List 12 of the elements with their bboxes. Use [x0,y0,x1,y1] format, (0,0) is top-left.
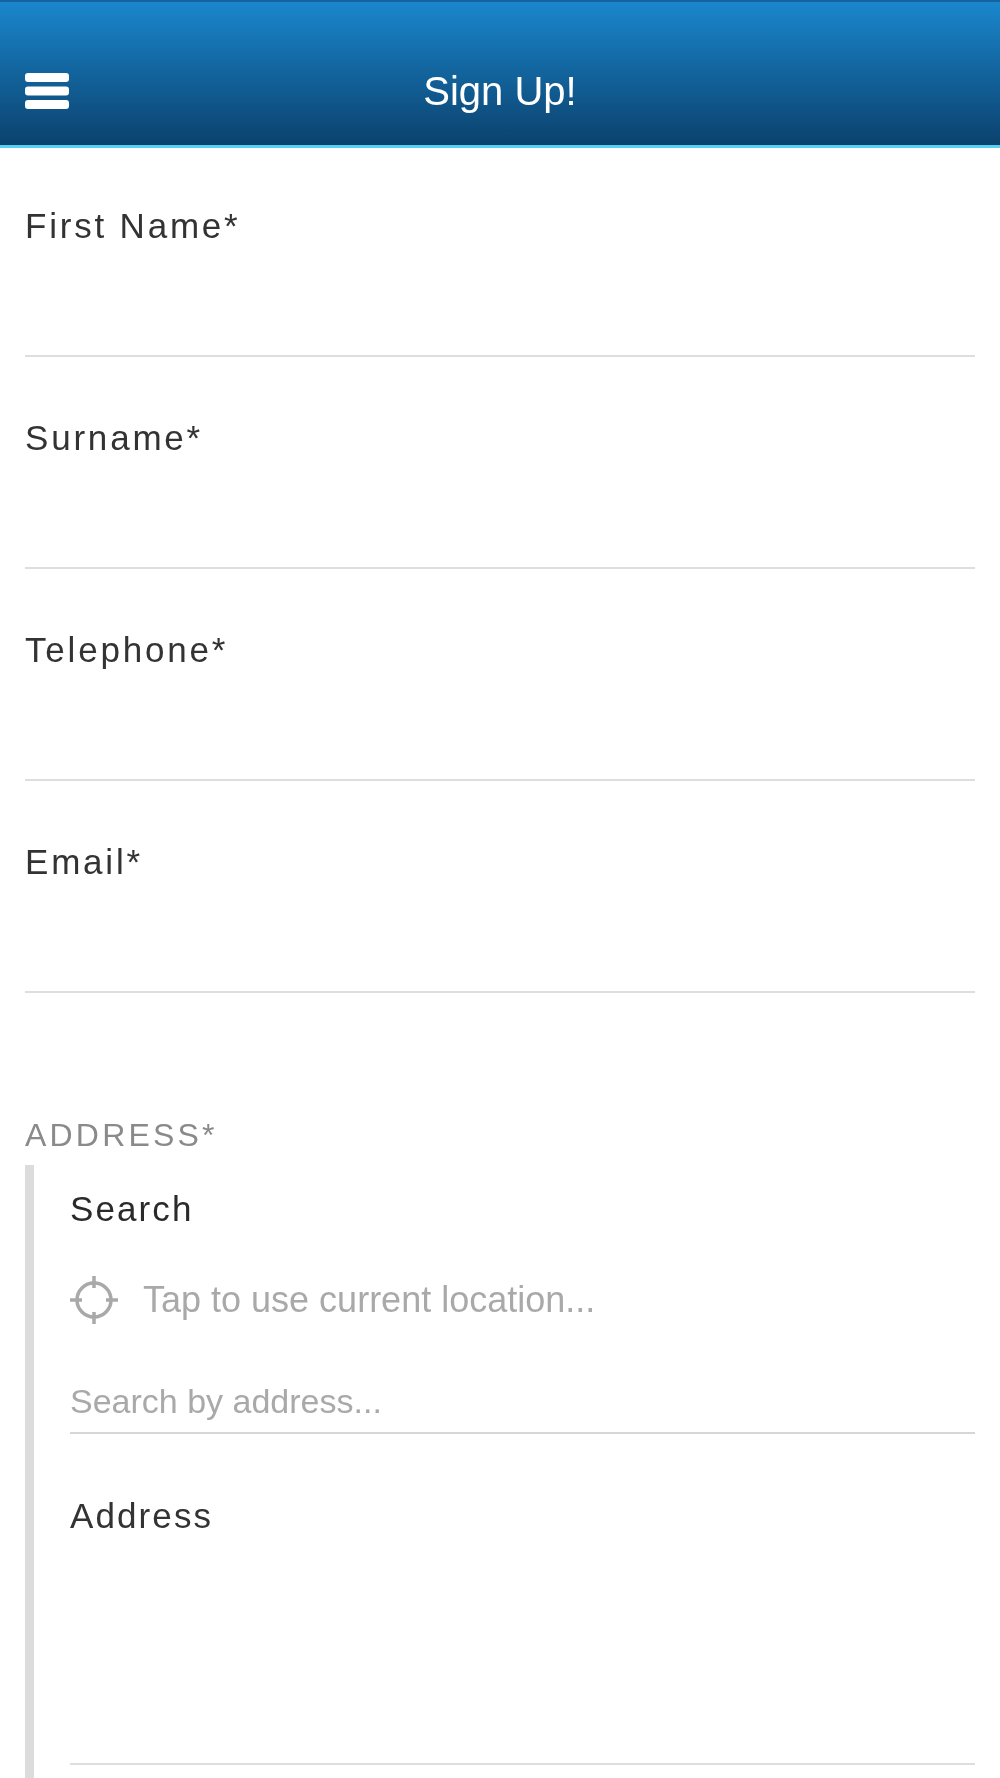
page-title: Sign Up! [423,70,577,111]
crosshair-icon [70,1276,118,1324]
field-label: First Name* [25,208,241,243]
field-label: Telephone* [25,632,229,667]
field-label: Address [70,1498,214,1533]
section-heading: ADDRESS* [25,1119,218,1151]
search-field[interactable]: Search by address... [70,1370,975,1434]
field-label: Email* [25,844,143,879]
field-label: Surname* [25,420,204,455]
current-location-button[interactable]: Tap to use current location... [70,1276,596,1324]
field-label: Search [70,1191,194,1226]
menu-icon[interactable] [25,72,69,109]
